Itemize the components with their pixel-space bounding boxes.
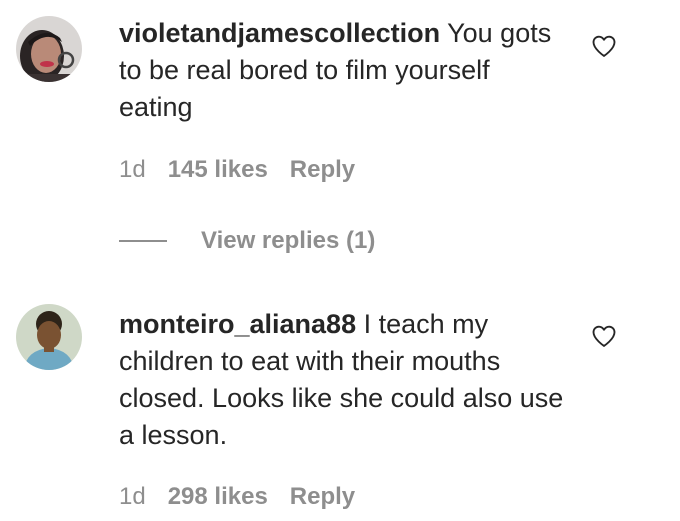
- reply-button[interactable]: Reply: [290, 483, 355, 510]
- heart-outline-icon[interactable]: [590, 322, 618, 350]
- comment-text: violetandjamescollection You gots to be …: [119, 15, 569, 126]
- comment-username[interactable]: violetandjamescollection: [119, 18, 440, 48]
- comment-timestamp: 1d: [119, 156, 146, 183]
- comment-meta: 1d 298 likes Reply: [119, 482, 377, 512]
- user-avatar[interactable]: [16, 304, 82, 370]
- comment-meta: 1d 145 likes Reply: [119, 155, 377, 185]
- reply-button[interactable]: Reply: [290, 156, 355, 183]
- comment-timestamp: 1d: [119, 483, 146, 510]
- comment-text: monteiro_aliana88 I teach my children to…: [119, 306, 569, 454]
- comment-username[interactable]: monteiro_aliana88: [119, 309, 356, 339]
- heart-outline-icon[interactable]: [590, 32, 618, 60]
- comment-likes[interactable]: 145 likes: [168, 156, 268, 183]
- view-replies-label: View replies (1): [201, 227, 376, 254]
- avatar-image: [16, 304, 82, 370]
- replies-divider-line: [119, 240, 167, 242]
- avatar-image: [16, 16, 82, 82]
- comment-likes[interactable]: 298 likes: [168, 483, 268, 510]
- user-avatar[interactable]: [16, 16, 82, 82]
- view-replies-button[interactable]: View replies (1): [119, 226, 375, 256]
